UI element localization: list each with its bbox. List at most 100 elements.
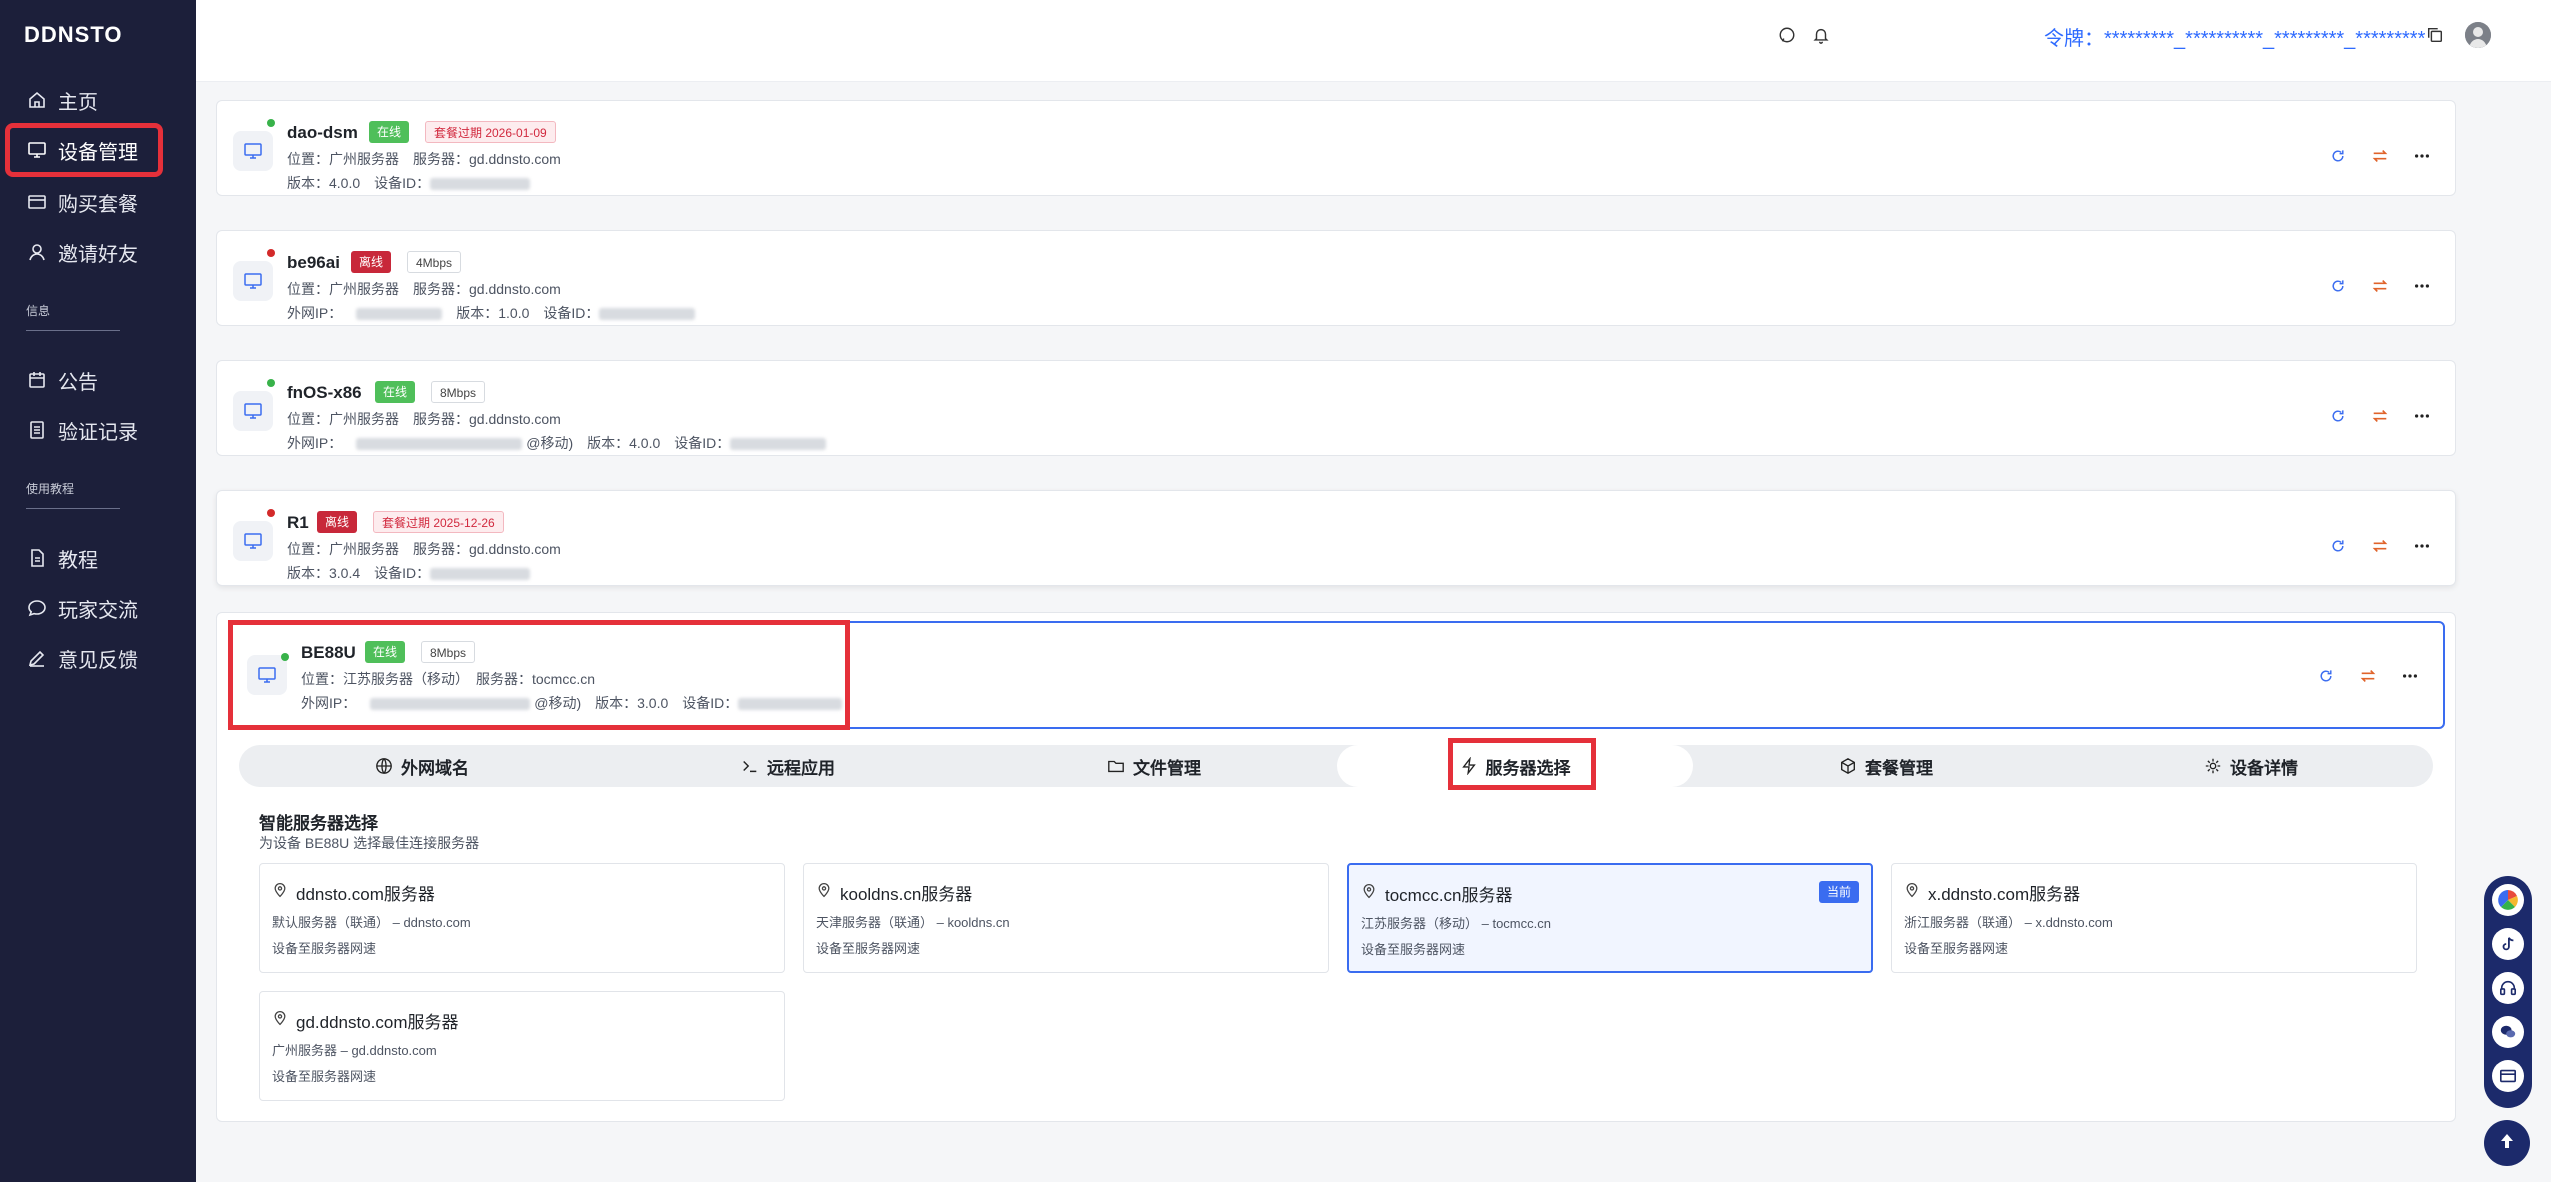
more-icon[interactable] — [2411, 275, 2433, 297]
server-option[interactable]: kooldns.cn服务器 天津服务器（联通） – kooldns.cn 设备至… — [803, 863, 1329, 973]
color-wheel-icon[interactable] — [2492, 884, 2524, 916]
more-icon[interactable] — [2411, 535, 2433, 557]
switch-server-icon[interactable] — [2369, 405, 2391, 427]
floating-toolbar — [2484, 876, 2532, 1108]
highlight-annotation — [1448, 738, 1596, 790]
refresh-icon[interactable] — [2327, 275, 2349, 297]
server-option[interactable]: ddnsto.com服务器 默认服务器（联通） – ddnsto.com 设备至… — [259, 863, 785, 973]
refresh-icon[interactable] — [2327, 405, 2349, 427]
server-speed: 设备至服务器网速 — [1361, 942, 1466, 957]
edit-icon — [26, 647, 48, 669]
message-icon[interactable] — [1776, 24, 1798, 46]
terminal-icon — [741, 757, 759, 775]
device-card[interactable]: be96ai 离线 4Mbps 位置：广州服务器 服务器：gd.ddnsto.c… — [216, 230, 2456, 326]
tab-domain[interactable]: 外网域名 — [239, 745, 605, 787]
tab-plan[interactable]: 套餐管理 — [1703, 745, 2069, 787]
server-desc: 江苏服务器（移动） – tocmcc.cn — [1361, 916, 1551, 931]
expanded-device-panel: BE88U 在线 8Mbps 位置：江苏服务器（移动） 服务器：tocmcc.c… — [216, 612, 2456, 1122]
divider — [26, 330, 120, 331]
globe-icon — [375, 757, 393, 775]
sidebar-item-verify-log[interactable]: 验证记录 — [10, 408, 158, 452]
sidebar-item-devices[interactable]: 设备管理 — [5, 123, 163, 177]
headset-icon[interactable] — [2492, 972, 2524, 1004]
device-card[interactable]: R1 离线 套餐过期 2025-12-26 位置：广州服务器 服务器：gd.dd… — [216, 490, 2456, 586]
refresh-icon[interactable] — [2327, 145, 2349, 167]
sidebar-item-label: 教程 — [58, 549, 98, 572]
tiktok-icon[interactable] — [2492, 928, 2524, 960]
sidebar-item-invite[interactable]: 邀请好友 — [10, 230, 158, 274]
device-info: 外网IP： @移动) 版本：4.0.0 设备ID： — [287, 433, 827, 453]
tab-label: 外网域名 — [401, 758, 469, 778]
switch-server-icon[interactable] — [2369, 145, 2391, 167]
device-info: 外网IP： 版本：1.0.0 设备ID： — [287, 303, 696, 323]
box-icon — [1839, 757, 1857, 775]
server-option[interactable]: gd.ddnsto.com服务器 广州服务器 – gd.ddnsto.com 设… — [259, 991, 785, 1101]
sidebar-item-label: 公告 — [58, 371, 98, 394]
wechat-icon[interactable] — [2492, 1016, 2524, 1048]
refresh-icon[interactable] — [2315, 665, 2337, 687]
tab-remote-app[interactable]: 远程应用 — [605, 745, 971, 787]
bandwidth-badge: 4Mbps — [407, 251, 462, 273]
server-speed: 设备至服务器网速 — [272, 941, 377, 956]
sidebar: DDNSTO 主页 设备管理 购买套餐 邀请好友 信息 公告 验证记录 使用教程… — [0, 0, 196, 1182]
device-name: R1 — [287, 513, 309, 532]
status-badge: 离线 — [317, 511, 358, 533]
device-tabs: 外网域名 远程应用 文件管理 服务器选择 套餐管理 设备详情 — [239, 745, 2433, 787]
location-pin-icon — [1904, 882, 1920, 903]
server-speed: 设备至服务器网速 — [1904, 941, 2009, 956]
device-info: 版本：4.0.0 设备ID： — [287, 173, 531, 193]
status-dot — [267, 249, 275, 257]
tab-label: 设备详情 — [2230, 758, 2298, 778]
copy-icon[interactable] — [2424, 24, 2446, 46]
back-to-top-button[interactable] — [2484, 1120, 2530, 1166]
device-actions — [2327, 405, 2433, 427]
device-location: 位置：广州服务器 服务器：gd.ddnsto.com — [287, 151, 561, 167]
sidebar-item-announcement[interactable]: 公告 — [10, 358, 158, 402]
server-select-subtitle: 为设备 BE88U 选择最佳连接服务器 — [259, 835, 480, 851]
sidebar-item-buy-plan[interactable]: 购买套餐 — [10, 180, 158, 224]
current-badge: 当前 — [1818, 881, 1859, 903]
list-icon — [26, 419, 48, 441]
redacted-value — [430, 178, 531, 191]
device-card[interactable]: dao-dsm 在线 套餐过期 2026-01-09 位置：广州服务器 服务器：… — [216, 100, 2456, 196]
server-name: gd.ddnsto.com服务器 — [296, 1013, 459, 1032]
location-pin-icon — [816, 882, 832, 903]
window-icon[interactable] — [2492, 1060, 2524, 1092]
avatar[interactable] — [2465, 22, 2491, 48]
sidebar-item-tutorial[interactable]: 教程 — [10, 536, 158, 580]
device-card[interactable]: fnOS-x86 在线 8Mbps 位置：广州服务器 服务器：gd.ddnsto… — [216, 360, 2456, 456]
server-select-title: 智能服务器选择 — [259, 814, 378, 833]
token-value: *********_**********_*********_********* — [2104, 28, 2426, 50]
sidebar-item-home[interactable]: 主页 — [10, 78, 158, 122]
server-option[interactable]: x.ddnsto.com服务器 浙江服务器（联通） – x.ddnsto.com… — [1891, 863, 2417, 973]
sidebar-item-community[interactable]: 玩家交流 — [10, 586, 158, 630]
device-monitor-icon — [233, 131, 273, 171]
redacted-value — [599, 308, 696, 321]
sidebar-item-feedback[interactable]: 意见反馈 — [10, 636, 158, 680]
sidebar-item-label: 购买套餐 — [58, 193, 138, 216]
sidebar-item-label: 主页 — [58, 91, 98, 114]
tab-device-details[interactable]: 设备详情 — [2069, 745, 2433, 787]
device-monitor-icon — [233, 521, 273, 561]
bell-icon[interactable] — [1810, 24, 1832, 46]
more-icon[interactable] — [2399, 665, 2421, 687]
status-dot — [267, 379, 275, 387]
status-badge: 在线 — [369, 121, 410, 143]
token-display: 令牌：*********_**********_*********_******… — [2044, 22, 2425, 51]
more-icon[interactable] — [2411, 405, 2433, 427]
device-name: fnOS-x86 — [287, 383, 362, 402]
status-badge: 离线 — [351, 251, 392, 273]
more-icon[interactable] — [2411, 145, 2433, 167]
device-actions — [2327, 535, 2433, 557]
section-label-tutorial: 使用教程 — [26, 482, 75, 496]
tab-file-manager[interactable]: 文件管理 — [971, 745, 1337, 787]
device-list: dao-dsm 在线 套餐过期 2026-01-09 位置：广州服务器 服务器：… — [216, 82, 2456, 1182]
server-option-current[interactable]: tocmcc.cn服务器 当前 江苏服务器（移动） – tocmcc.cn 设备… — [1347, 863, 1873, 973]
top-bar: 令牌：*********_**********_*********_******… — [196, 0, 2551, 82]
switch-server-icon[interactable] — [2369, 535, 2391, 557]
switch-server-icon[interactable] — [2369, 275, 2391, 297]
device-location: 位置：广州服务器 服务器：gd.ddnsto.com — [287, 541, 561, 557]
refresh-icon[interactable] — [2327, 535, 2349, 557]
switch-server-icon[interactable] — [2357, 665, 2379, 687]
server-name: ddnsto.com服务器 — [296, 885, 435, 904]
